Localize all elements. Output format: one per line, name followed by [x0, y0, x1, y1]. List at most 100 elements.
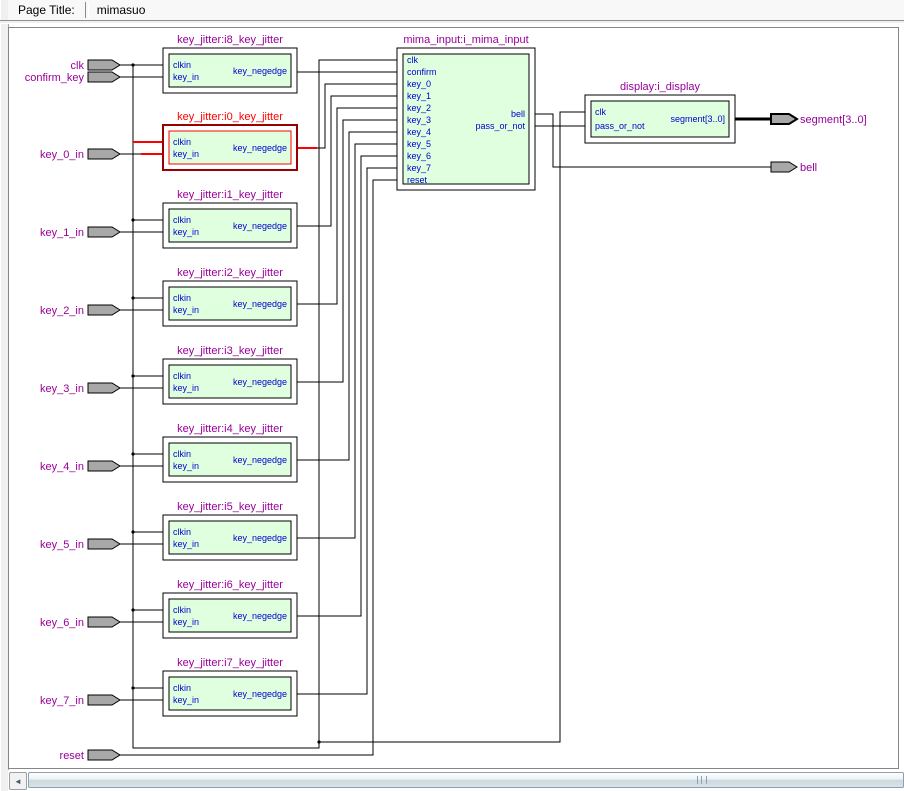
- port-label-i6_key_jitter-clkin: clkin: [173, 605, 191, 615]
- port-label-i_mima_input-key_3: key_3: [407, 115, 431, 125]
- port-label-i_mima_input-bell: bell: [511, 109, 525, 119]
- schematic-svg: key_jitter:i8_key_jitterclkin key_in key_n…: [0, 0, 904, 791]
- port-label-i1_key_jitter-key_negedge: key_negedge: [233, 221, 287, 231]
- port-label-i7_key_jitter-key_in: key_in: [173, 695, 199, 705]
- wire-junction: [317, 740, 320, 743]
- port-label-i_mima_input-confirm: confirm: [407, 67, 437, 77]
- port-label-i3_key_jitter-key_negedge: key_negedge: [233, 377, 287, 387]
- input-pin-key_4_in[interactable]: [88, 461, 120, 471]
- port-label-i_mima_input-key_5: key_5: [407, 139, 431, 149]
- port-label-i8_key_jitter-clkin: clkin: [173, 60, 191, 70]
- port-label-i_display-clk: clk: [595, 107, 606, 117]
- block-title-i2_key_jitter: key_jitter:i2_key_jitter: [177, 267, 283, 279]
- port-label-i8_key_jitter-key_in: key_in: [173, 72, 199, 82]
- port-label-i7_key_jitter-key_negedge: key_negedge: [233, 689, 287, 699]
- rtl-viewer-window: Page Title: mimasuo key_jitter:i8_key_ji…: [0, 0, 904, 791]
- output-pin-bell[interactable]: [771, 162, 797, 172]
- wire-key_5[interactable]: [297, 144, 397, 538]
- block-title-i1_key_jitter: key_jitter:i1_key_jitter: [177, 189, 283, 201]
- port-label-i5_key_jitter-key_negedge: key_negedge: [233, 533, 287, 543]
- port-label-i5_key_jitter-key_in: key_in: [173, 539, 199, 549]
- port-label-i0_key_jitter-key_in: key_in: [173, 149, 199, 159]
- output-pin-segment[3..0][interactable]: [771, 114, 797, 124]
- input-pin-key_0_in[interactable]: [88, 149, 120, 159]
- block-title-i6_key_jitter: key_jitter:i6_key_jitter: [177, 579, 283, 591]
- input-pin-key_5_in[interactable]: [88, 539, 120, 549]
- input-pin-label-reset: reset: [60, 750, 84, 762]
- port-label-i1_key_jitter-key_in: key_in: [173, 227, 199, 237]
- wire-key_2[interactable]: [297, 108, 397, 304]
- port-label-i4_key_jitter-clkin: clkin: [173, 449, 191, 459]
- port-label-i1_key_jitter-clkin: clkin: [173, 215, 191, 225]
- port-label-i_mima_input-key_4: key_4: [407, 127, 431, 137]
- input-pin-label-clk: clk: [71, 60, 85, 72]
- input-pin-key_6_in[interactable]: [88, 617, 120, 627]
- wire-junction: [131, 63, 134, 66]
- port-label-i4_key_jitter-key_in: key_in: [173, 461, 199, 471]
- output-pin-label-bell: bell: [800, 162, 817, 174]
- wire-junction: [131, 296, 134, 299]
- wire-junction: [131, 218, 134, 221]
- input-pin-clk[interactable]: [88, 60, 120, 70]
- block-title-i8_key_jitter: key_jitter:i8_key_jitter: [177, 34, 283, 46]
- port-label-i2_key_jitter-clkin: clkin: [173, 293, 191, 303]
- port-label-i2_key_jitter-key_negedge: key_negedge: [233, 299, 287, 309]
- port-label-i_mima_input-reset: reset: [407, 175, 428, 185]
- port-label-i_mima_input-key_7: key_7: [407, 163, 431, 173]
- input-pin-key_3_in[interactable]: [88, 383, 120, 393]
- input-pin-label-key_6_in: key_6_in: [40, 617, 84, 629]
- wire-junction: [131, 608, 134, 611]
- wire-junction: [131, 686, 134, 689]
- scroll-left-button[interactable]: ◄: [9, 772, 27, 790]
- wire-key_3[interactable]: [297, 120, 397, 382]
- scroll-left-arrow-icon: ◄: [14, 777, 22, 786]
- block-title-i_mima_input: mima_input:i_mima_input: [403, 34, 528, 46]
- wire-key_1[interactable]: [297, 96, 397, 226]
- port-label-i_mima_input-key_0: key_0: [407, 79, 431, 89]
- input-pin-key_1_in[interactable]: [88, 227, 120, 237]
- scrollbar-track[interactable]: [28, 772, 904, 788]
- port-label-i2_key_jitter-key_in: key_in: [173, 305, 199, 315]
- horizontal-scrollbar: ◄: [8, 770, 904, 791]
- wire-junction: [131, 452, 134, 455]
- input-pin-key_2_in[interactable]: [88, 305, 120, 315]
- block-title-i7_key_jitter: key_jitter:i7_key_jitter: [177, 657, 283, 669]
- block-title-i0_key_jitter: key_jitter:i0_key_jitter: [177, 111, 283, 123]
- input-pin-key_7_in[interactable]: [88, 695, 120, 705]
- input-pin-label-key_3_in: key_3_in: [40, 383, 84, 395]
- wire-clk-display[interactable]: [319, 112, 585, 742]
- wire-key_7[interactable]: [297, 168, 397, 694]
- input-pin-label-key_1_in: key_1_in: [40, 227, 84, 239]
- wire-key_0[interactable]: [317, 84, 397, 148]
- port-label-i6_key_jitter-key_negedge: key_negedge: [233, 611, 287, 621]
- input-pin-label-key_2_in: key_2_in: [40, 305, 84, 317]
- wire-junction: [131, 530, 134, 533]
- port-label-i7_key_jitter-clkin: clkin: [173, 683, 191, 693]
- input-pin-label-key_4_in: key_4_in: [40, 461, 84, 473]
- port-label-i4_key_jitter-key_negedge: key_negedge: [233, 455, 287, 465]
- port-label-i3_key_jitter-key_in: key_in: [173, 383, 199, 393]
- port-label-i_mima_input-clk: clk: [407, 55, 418, 65]
- wire-junction: [131, 374, 134, 377]
- port-label-i_mima_input-key_6: key_6: [407, 151, 431, 161]
- port-label-i6_key_jitter-key_in: key_in: [173, 617, 199, 627]
- input-pin-label-key_5_in: key_5_in: [40, 539, 84, 551]
- port-label-i0_key_jitter-clkin: clkin: [173, 137, 191, 147]
- block-title-i5_key_jitter: key_jitter:i5_key_jitter: [177, 501, 283, 513]
- port-label-i_mima_input-key_1: key_1: [407, 91, 431, 101]
- block-title-i3_key_jitter: key_jitter:i3_key_jitter: [177, 345, 283, 357]
- wire-key_6[interactable]: [297, 156, 397, 616]
- scrollbar-thumb[interactable]: [28, 772, 904, 788]
- output-pin-label-segment[3..0]: segment[3..0]: [800, 114, 867, 126]
- port-label-i5_key_jitter-clkin: clkin: [173, 527, 191, 537]
- block-title-i4_key_jitter: key_jitter:i4_key_jitter: [177, 423, 283, 435]
- input-pin-confirm_key[interactable]: [88, 72, 120, 82]
- port-label-i_mima_input-key_2: key_2: [407, 103, 431, 113]
- port-label-i_display-pass_or_not: pass_or_not: [595, 121, 645, 131]
- port-label-i_display-segment[3..0]: segment[3..0]: [670, 114, 725, 124]
- scrollbar-grip-icon: [697, 776, 707, 784]
- block-title-i_display: display:i_display: [620, 81, 701, 93]
- input-pin-label-key_0_in: key_0_in: [40, 149, 84, 161]
- wire-key_4[interactable]: [297, 132, 397, 460]
- input-pin-reset[interactable]: [88, 750, 120, 760]
